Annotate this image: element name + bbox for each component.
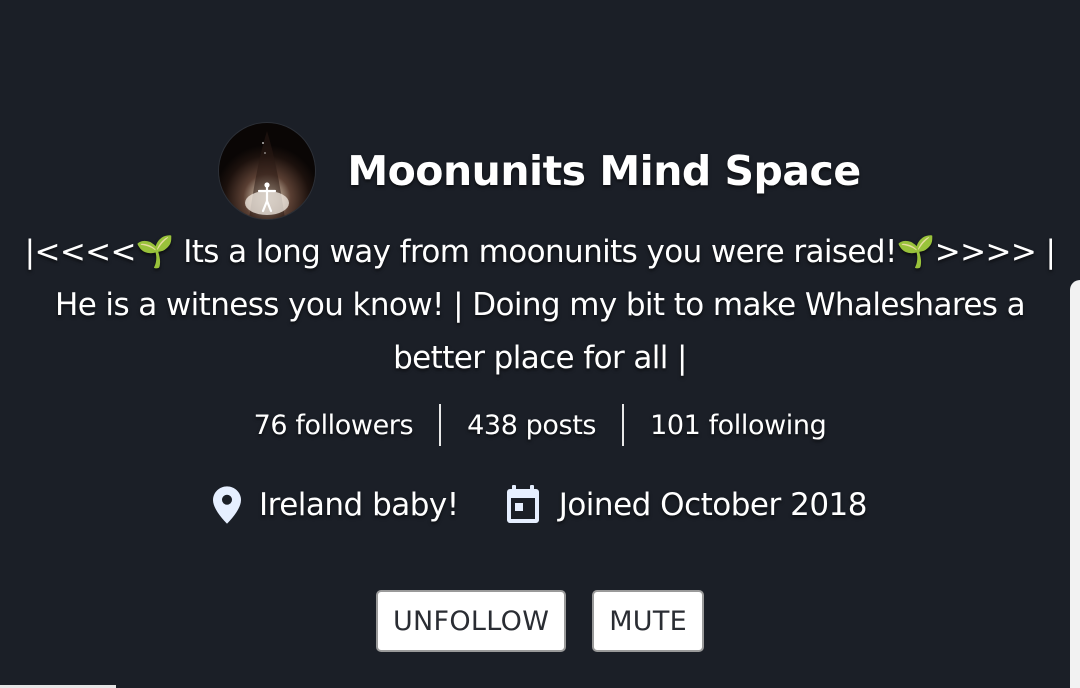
avatar[interactable] [219, 123, 316, 219]
profile-stats: 76 followers 438 posts 101 following [0, 404, 1080, 446]
profile-meta: Ireland baby! Joined October 2018 [0, 485, 1080, 525]
posts-count[interactable]: 438 posts [441, 410, 622, 441]
tunnel-figure-avatar-icon [219, 123, 316, 219]
profile-joined: Joined October 2018 [505, 485, 867, 525]
following-count[interactable]: 101 following [624, 410, 852, 441]
followers-count[interactable]: 76 followers [228, 410, 440, 441]
profile-actions: UNFOLLOW MUTE [0, 590, 1080, 652]
unfollow-button[interactable]: UNFOLLOW [375, 590, 567, 652]
display-name: Moonunits Mind Space [347, 147, 861, 195]
profile-location: Ireland baby! [213, 486, 459, 524]
scroll-edge-panel [1070, 280, 1080, 688]
mute-button[interactable]: MUTE [592, 590, 705, 652]
profile-header: Moonunits Mind Space |<<<<🌱 Its a long w… [0, 0, 1080, 688]
location-text: Ireland baby! [259, 487, 459, 523]
bio-line: better place for all | [393, 340, 687, 376]
location-pin-icon [213, 486, 241, 524]
calendar-icon [505, 485, 541, 525]
bio-line: |<<<<🌱 Its a long way from moonunits you… [24, 234, 1056, 270]
bio-line: He is a witness you know! | Doing my bit… [55, 287, 1026, 323]
profile-bio: |<<<<🌱 Its a long way from moonunits you… [20, 226, 1060, 385]
profile-title-row: Moonunits Mind Space [0, 123, 1080, 219]
joined-text: Joined October 2018 [558, 487, 868, 523]
